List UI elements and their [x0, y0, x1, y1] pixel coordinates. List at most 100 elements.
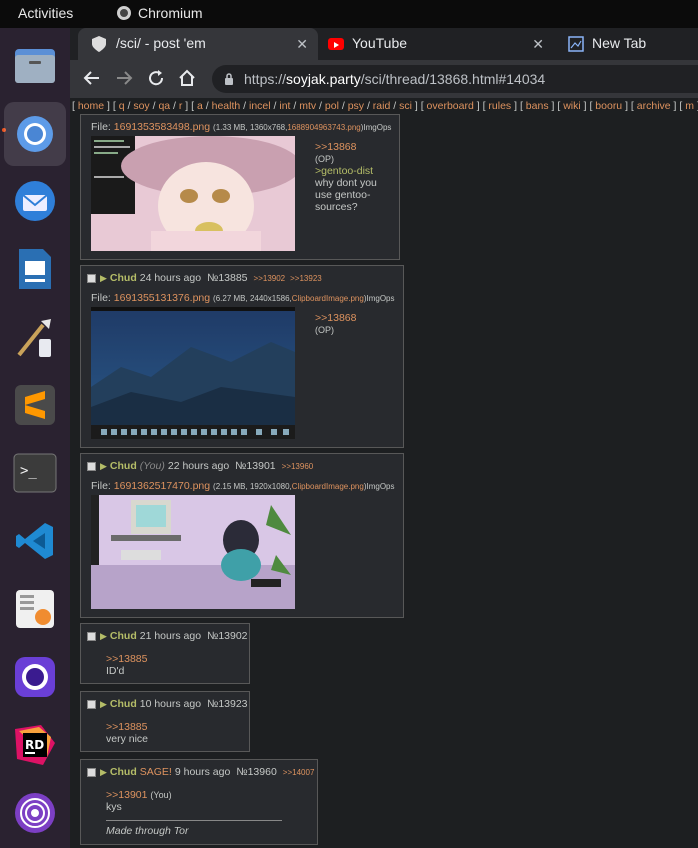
lock-icon [224, 72, 234, 85]
chromium-icon [117, 6, 131, 20]
post-image[interactable] [91, 495, 295, 609]
post-body: >>13885 very nice [106, 721, 148, 745]
board-link[interactable]: m [685, 100, 694, 112]
paint-brush-icon[interactable] [10, 312, 60, 362]
file-original-name[interactable]: ClipboardImage.png [292, 294, 364, 303]
imgops-link[interactable]: )ImgOps [361, 123, 392, 132]
vscode-icon[interactable] [10, 516, 60, 566]
file-link[interactable]: 1691362517470.png [114, 480, 210, 492]
post-checkbox[interactable] [87, 767, 96, 777]
app-menu[interactable]: Chromium [117, 5, 203, 21]
post-menu-icon[interactable]: ▶ [100, 273, 107, 284]
file-original-name[interactable]: 1688904963743.png [287, 123, 360, 132]
post-checkbox[interactable] [87, 631, 96, 641]
board-link[interactable]: wiki [563, 100, 581, 112]
board-link[interactable]: soy [133, 100, 149, 112]
board-link[interactable]: pol [325, 100, 339, 112]
post-menu-icon[interactable]: ▶ [100, 767, 107, 778]
post-signature: Made through Tor [106, 825, 189, 837]
post-13902: ▶ Chud 21 hours ago №13902 >>13885 ID'd [80, 623, 250, 684]
post-number[interactable]: №13902 [207, 630, 247, 642]
quote-link[interactable]: >>13868 [315, 141, 356, 153]
terminal-icon[interactable]: >_ [10, 448, 60, 498]
forward-button[interactable] [114, 69, 134, 89]
file-info: File: 1691353583498.png (1.33 MB, 1360x7… [91, 121, 391, 133]
chromium-icon[interactable] [4, 102, 66, 166]
imgops-link[interactable]: )ImgOps [364, 482, 395, 491]
reply-link[interactable]: >>13923 [290, 274, 322, 283]
close-tab-icon[interactable]: ✕ [532, 36, 544, 53]
sage-tag: SAGE! [139, 766, 172, 778]
file-link[interactable]: 1691355131376.png [114, 292, 210, 304]
activities-button[interactable]: Activities [18, 5, 73, 21]
post-checkbox[interactable] [87, 461, 96, 471]
file-link[interactable]: 1691353583498.png [114, 121, 210, 133]
tab-new-tab[interactable]: New Tab [556, 28, 698, 60]
sublime-text-icon[interactable] [10, 380, 60, 430]
post-number[interactable]: №13901 [235, 460, 275, 472]
file-label: File: [91, 480, 111, 492]
board-link[interactable]: bans [526, 100, 549, 112]
post-number[interactable]: №13960 [236, 766, 276, 778]
quote-link[interactable]: >>13885 [106, 721, 148, 733]
board-link[interactable]: booru [595, 100, 622, 112]
post-image[interactable] [91, 136, 295, 251]
imgops-link[interactable]: )ImgOps [364, 294, 395, 303]
address-bar[interactable]: https://soyjak.party/sci/thread/13868.ht… [212, 65, 698, 93]
tor-icon[interactable] [10, 788, 60, 838]
board-link[interactable]: sci [399, 100, 412, 112]
tab-sci-post-em[interactable]: /sci/ - post 'em ✕ [78, 28, 318, 60]
post-header: ▶ Chud 24 hours ago №13885 >>13902 >>139… [87, 272, 327, 284]
poster-name: Chud [109, 460, 137, 472]
board-link[interactable]: incel [249, 100, 271, 112]
quote-link[interactable]: >>13885 [106, 653, 147, 665]
rider-icon[interactable]: RD [10, 720, 60, 770]
post-text: ID'd [106, 665, 125, 677]
reload-button[interactable] [146, 69, 166, 89]
poster-name: Chud [109, 766, 137, 778]
post-number[interactable]: №13885 [207, 272, 247, 284]
board-link[interactable]: rules [488, 100, 511, 112]
board-link[interactable]: archive [637, 100, 671, 112]
home-button[interactable] [177, 69, 197, 89]
post-text: very nice [106, 733, 149, 745]
signature-divider [106, 820, 282, 821]
quote-link[interactable]: >>13901 [106, 789, 147, 801]
post-body: >>13901 (You) kys [106, 789, 172, 813]
rss-reader-icon[interactable] [10, 584, 60, 634]
libreoffice-impress-icon[interactable] [10, 244, 60, 294]
shield-favicon-icon [92, 36, 106, 52]
post-menu-icon[interactable]: ▶ [100, 699, 107, 710]
post-checkbox[interactable] [87, 273, 96, 283]
files-icon[interactable] [10, 40, 60, 90]
file-meta: (1.33 MB, 1360x768, [213, 123, 288, 132]
board-link[interactable]: qa [158, 100, 170, 112]
post-menu-icon[interactable]: ▶ [100, 461, 107, 472]
reply-link[interactable]: >>14007 [283, 768, 315, 777]
board-link[interactable]: int [279, 100, 290, 112]
post-partial: File: 1691353583498.png (1.33 MB, 1360x7… [80, 114, 400, 260]
post-menu-icon[interactable]: ▶ [100, 631, 107, 642]
reply-link[interactable]: >>13902 [254, 274, 286, 283]
post-image[interactable] [91, 307, 295, 439]
tab-youtube[interactable]: YouTube ✕ [318, 28, 554, 60]
op-tag: (OP) [315, 154, 334, 164]
post-13885: ▶ Chud 24 hours ago №13885 >>13902 >>139… [80, 265, 404, 448]
file-original-name[interactable]: ClipboardImage.png [292, 482, 364, 491]
close-tab-icon[interactable]: ✕ [296, 36, 308, 53]
back-button[interactable] [82, 69, 102, 89]
board-link[interactable]: overboard [427, 100, 474, 112]
url-path: /sci/thread/13868.html#14034 [360, 71, 546, 87]
post-header: ▶ Chud SAGE! 9 hours ago №13960 >>14007 [87, 766, 319, 778]
board-link[interactable]: psy [348, 100, 364, 112]
reply-link[interactable]: >>13960 [282, 462, 314, 471]
board-link[interactable]: mtv [299, 100, 316, 112]
quote-link[interactable]: >>13868 [315, 312, 356, 324]
board-link[interactable]: raid [373, 100, 391, 112]
post-number[interactable]: №13923 [207, 698, 247, 710]
board-link[interactable]: health [212, 100, 241, 112]
board-link[interactable]: home [78, 100, 104, 112]
post-checkbox[interactable] [87, 699, 96, 709]
tor-browser-launcher-icon[interactable] [10, 652, 60, 702]
thunderbird-icon[interactable] [10, 176, 60, 226]
